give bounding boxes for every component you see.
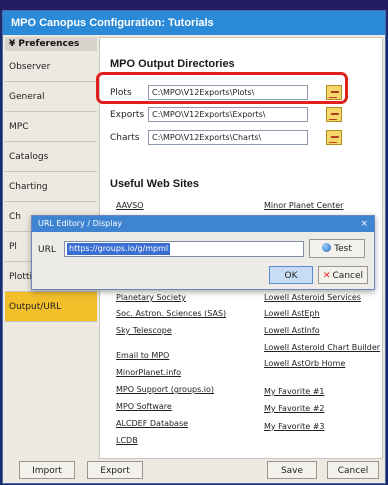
link-lcdb[interactable]: LCDB bbox=[116, 436, 138, 445]
link-lowell-astinfo[interactable]: Lowell AstInfo bbox=[264, 326, 320, 335]
link-my-favorite-1[interactable]: My Favorite #1 bbox=[264, 387, 324, 396]
cancel-button[interactable]: Cancel bbox=[327, 461, 379, 479]
export-button[interactable]: Export bbox=[87, 461, 143, 479]
link-lowell-astorb-home[interactable]: Lowell AstOrb Home bbox=[264, 359, 345, 368]
exports-label: Exports bbox=[110, 110, 145, 120]
test-button[interactable]: Test bbox=[309, 239, 365, 258]
url-value: https://groups.io/g/mpml bbox=[67, 243, 171, 255]
preferences-header[interactable]: ¥ Preferences bbox=[5, 37, 97, 51]
link-lowell-chart-builder[interactable]: Lowell Asteroid Chart Builder bbox=[264, 343, 380, 352]
url-input[interactable]: https://groups.io/g/mpml bbox=[64, 241, 304, 257]
dialog-close-icon[interactable]: × bbox=[360, 216, 368, 232]
dialog-cancel-button[interactable]: ✕ Cancel bbox=[318, 266, 368, 284]
link-email-mpo[interactable]: Email to MPO bbox=[116, 351, 169, 360]
ok-button[interactable]: OK bbox=[269, 266, 313, 284]
link-mpo-support[interactable]: MPO Support (groups.io) bbox=[116, 385, 214, 394]
link-my-favorite-3[interactable]: My Favorite #3 bbox=[264, 422, 324, 431]
link-alcdef-database[interactable]: ALCDEF Database bbox=[116, 419, 188, 428]
link-sas[interactable]: Soc. Astron. Sciences (SAS) bbox=[116, 309, 226, 318]
sidebar-item-output-url[interactable]: Output/URL bbox=[5, 292, 97, 322]
sidebar-item-observer[interactable]: Observer bbox=[5, 52, 97, 82]
sidebar-item-catalogs[interactable]: Catalogs bbox=[5, 142, 97, 172]
link-planetary-society[interactable]: Planetary Society bbox=[116, 293, 186, 302]
save-button[interactable]: Save bbox=[267, 461, 317, 479]
link-minorplanet-info[interactable]: MinorPlanet.info bbox=[116, 368, 181, 377]
charts-label: Charts bbox=[110, 133, 140, 143]
close-x-icon: ✕ bbox=[322, 271, 331, 281]
globe-icon bbox=[322, 243, 332, 252]
link-mpo-software[interactable]: MPO Software bbox=[116, 402, 172, 411]
link-sky-telescope[interactable]: Sky Telescope bbox=[116, 326, 172, 335]
link-my-favorite-2[interactable]: My Favorite #2 bbox=[264, 404, 324, 413]
url-label: URL bbox=[38, 245, 56, 255]
test-label: Test bbox=[334, 244, 352, 254]
sidebar-item-charting[interactable]: Charting bbox=[5, 172, 97, 202]
exports-path-field[interactable]: C:\MPO\V12Exports\Exports\ bbox=[148, 107, 308, 122]
dialog-title: URL Editory / Display bbox=[32, 216, 374, 232]
window-title: MPO Canopus Configuration: Tutorials bbox=[3, 11, 385, 35]
url-editor-dialog: URL Editory / Display × URL https://grou… bbox=[31, 215, 375, 290]
link-lowell-asteph[interactable]: Lowell AstEph bbox=[264, 309, 320, 318]
web-sites-title: Useful Web Sites bbox=[110, 178, 200, 190]
charts-path-field[interactable]: C:\MPO\V12Exports\Charts\ bbox=[148, 130, 308, 145]
output-dirs-title: MPO Output Directories bbox=[110, 58, 235, 70]
link-lowell-asteroid-services[interactable]: Lowell Asteroid Services bbox=[264, 293, 361, 302]
link-aavso[interactable]: AAVSO bbox=[116, 201, 144, 210]
import-button[interactable]: Import bbox=[19, 461, 75, 479]
sidebar-item-general[interactable]: General bbox=[5, 82, 97, 112]
link-minor-planet-center[interactable]: Minor Planet Center bbox=[264, 201, 343, 210]
plots-highlight-annotation bbox=[96, 72, 348, 104]
charts-browse-folder-icon[interactable] bbox=[326, 130, 342, 145]
dialog-cancel-label: Cancel bbox=[332, 271, 364, 281]
sidebar-item-mpc[interactable]: MPC bbox=[5, 112, 97, 142]
exports-browse-folder-icon[interactable] bbox=[326, 107, 342, 122]
background-band bbox=[0, 0, 388, 10]
bottom-bar: Import Export Save Cancel bbox=[3, 457, 385, 483]
